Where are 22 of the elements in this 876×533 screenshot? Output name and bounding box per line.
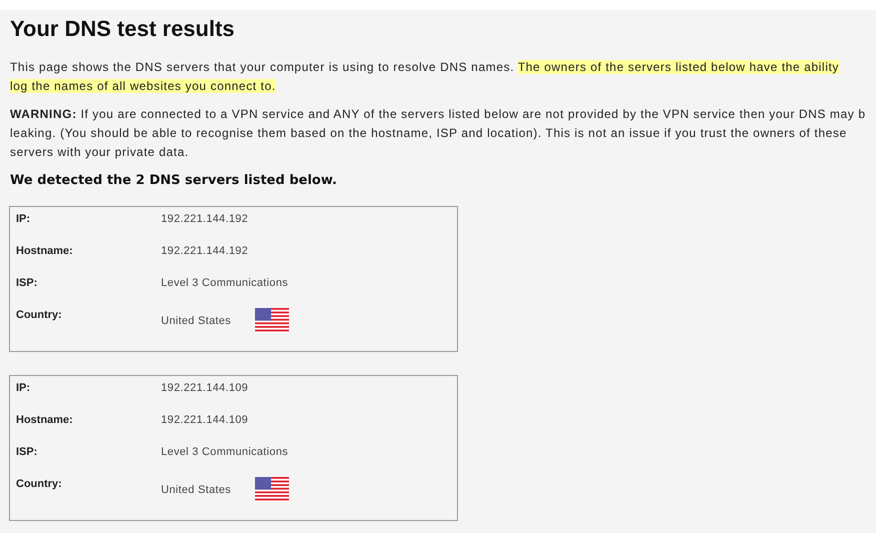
intro-paragraph: This page shows the DNS servers that your computer is using to resolve DNS names. The owners of the servers listed below have the ability log the names of all websites you connect to. (10, 59, 840, 95)
field-value: 192.221.144.109 (161, 381, 248, 396)
us-flag-icon (254, 477, 289, 502)
field-value: Level 3 Communications (161, 276, 288, 291)
field-label: Country: (16, 477, 63, 492)
page-title: Your DNS test results (10, 15, 236, 42)
field-label: Country: (16, 308, 63, 323)
field-label: Hostname: (16, 413, 74, 428)
warning-paragraph: WARNING: If you are connected to a VPN service and ANY of the servers listed below are not provided by the VPN service then your DNS may b leaking. (You should be able to recognise them based on the hostname, ISP and location). This is not an issue if you trust the owners of these servers with your private data. (10, 106, 866, 161)
field-label: ISP: (16, 276, 38, 291)
field-value: 192.221.144.109 (161, 413, 248, 428)
field-value: United States (161, 483, 231, 498)
field-value: 192.221.144.192 (161, 244, 248, 259)
field-label: Hostname: (16, 244, 74, 259)
field-value: 192.221.144.192 (161, 212, 248, 227)
field-label: ISP: (16, 445, 38, 460)
us-flag-icon (254, 308, 289, 333)
field-value: United States (161, 314, 231, 329)
field-label: IP: (16, 381, 32, 396)
summary-heading: We detected the 2 DNS servers listed below. (10, 172, 338, 190)
field-value: Level 3 Communications (161, 445, 288, 460)
field-label: IP: (16, 212, 32, 227)
